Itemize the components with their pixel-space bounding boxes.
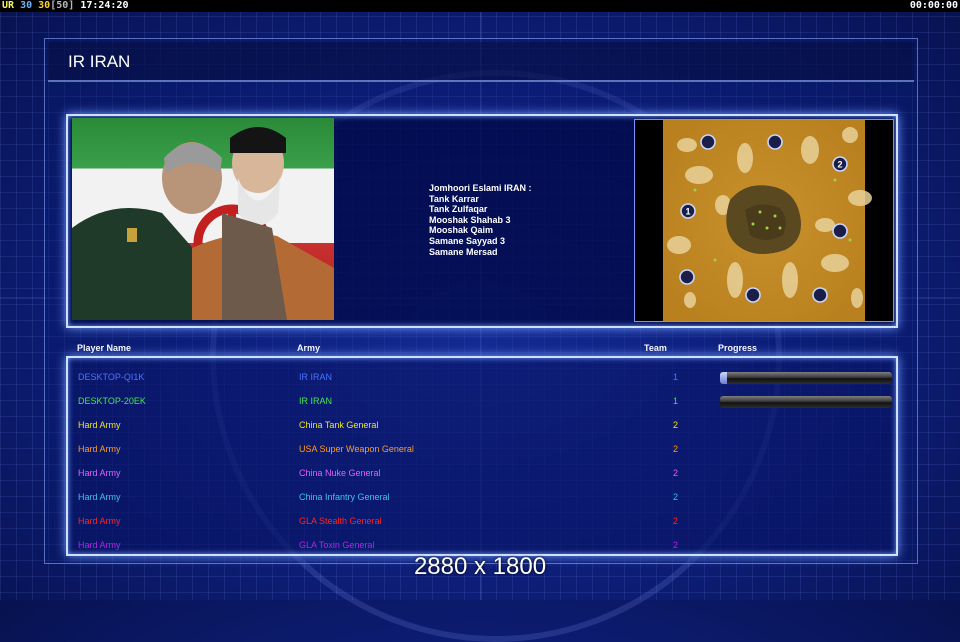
player-row: DESKTOP-QI1K IR IRAN 1 [68,364,896,388]
status-value-a: 30 [20,0,33,11]
briefing-line: Samane Sayyad 3 [429,235,506,246]
page-title: IR IRAN [68,52,131,71]
player-name: Hard Army [78,540,121,550]
player-army: IR IRAN [299,396,333,406]
player-team: 2 [673,492,679,502]
briefing-line: Tank Karrar [429,193,479,204]
player-army: IR IRAN [299,372,333,382]
player-army: China Nuke General [299,468,381,478]
start-position-2-label: 2 [837,160,842,170]
progress-fill [720,372,727,384]
briefing-line: Mooshak Shahab 3 [429,214,511,225]
briefing-line: Samane Mersad [429,246,498,257]
faction-portrait [72,118,334,320]
player-row: DESKTOP-20EK IR IRAN 1 [68,388,896,412]
column-header-team: Team [644,343,667,353]
briefing-line: Jomhoori Eslami IRAN : [429,183,532,193]
start-position-1-label: 1 [685,207,690,217]
portrait-illustration [72,127,334,320]
progress-bar [720,372,892,384]
player-team: 2 [673,420,679,430]
player-row: Hard Army China Tank General 2 [68,412,896,436]
player-name: DESKTOP-QI1K [78,372,145,382]
column-header-player: Player Name [77,343,132,353]
game-timer: 00:00:00 [909,0,958,11]
player-name: Hard Army [78,420,121,430]
player-army: USA Super Weapon General [299,444,414,454]
resolution-watermark: 2880 x 1800 [413,553,547,580]
player-name: Hard Army [78,492,121,502]
player-row: Hard Army USA Super Weapon General 2 [68,436,896,460]
player-table: DESKTOP-QI1K IR IRAN 1 DESKTOP-20EK IR I… [66,356,898,556]
progress-bar [720,396,892,408]
player-team: 2 [673,540,679,550]
player-name: Hard Army [78,468,121,478]
ur-label: UR [2,0,15,11]
player-team: 2 [673,444,679,454]
column-header-army: Army [297,343,321,353]
briefing-line: Mooshak Qaim [429,225,494,236]
status-value-b: 30 [38,0,51,11]
status-value-c: [50] [50,0,75,11]
player-name: Hard Army [78,444,121,454]
top-status-bar: UR 30 30[50] 17:24:20 00:00:00 [0,0,960,12]
player-name: Hard Army [78,516,121,526]
header-bar [48,42,914,82]
player-team: 2 [673,468,679,478]
player-row: Hard Army China Infantry General 2 [68,484,896,508]
player-army: China Infantry General [299,492,390,502]
faction-briefing-text: Jomhoori Eslami IRAN : Tank Karrar Tank … [429,183,532,257]
player-row: Hard Army GLA Stealth General 2 [68,508,896,532]
player-row: Hard Army China Nuke General 2 [68,460,896,484]
player-army: China Tank General [299,420,379,430]
player-team: 2 [673,516,679,526]
player-army: GLA Toxin General [299,540,375,550]
player-army: GLA Stealth General [299,516,382,526]
map-preview-image: 2 1 [663,120,872,321]
player-team: 1 [673,396,679,406]
column-header-progress: Progress [718,343,758,353]
player-team: 1 [673,372,679,382]
system-clock: 17:24:20 [80,0,129,11]
briefing-line: Tank Zulfaqar [429,204,488,215]
map-preview: 2 1 [634,119,894,322]
player-name: DESKTOP-20EK [78,396,146,406]
